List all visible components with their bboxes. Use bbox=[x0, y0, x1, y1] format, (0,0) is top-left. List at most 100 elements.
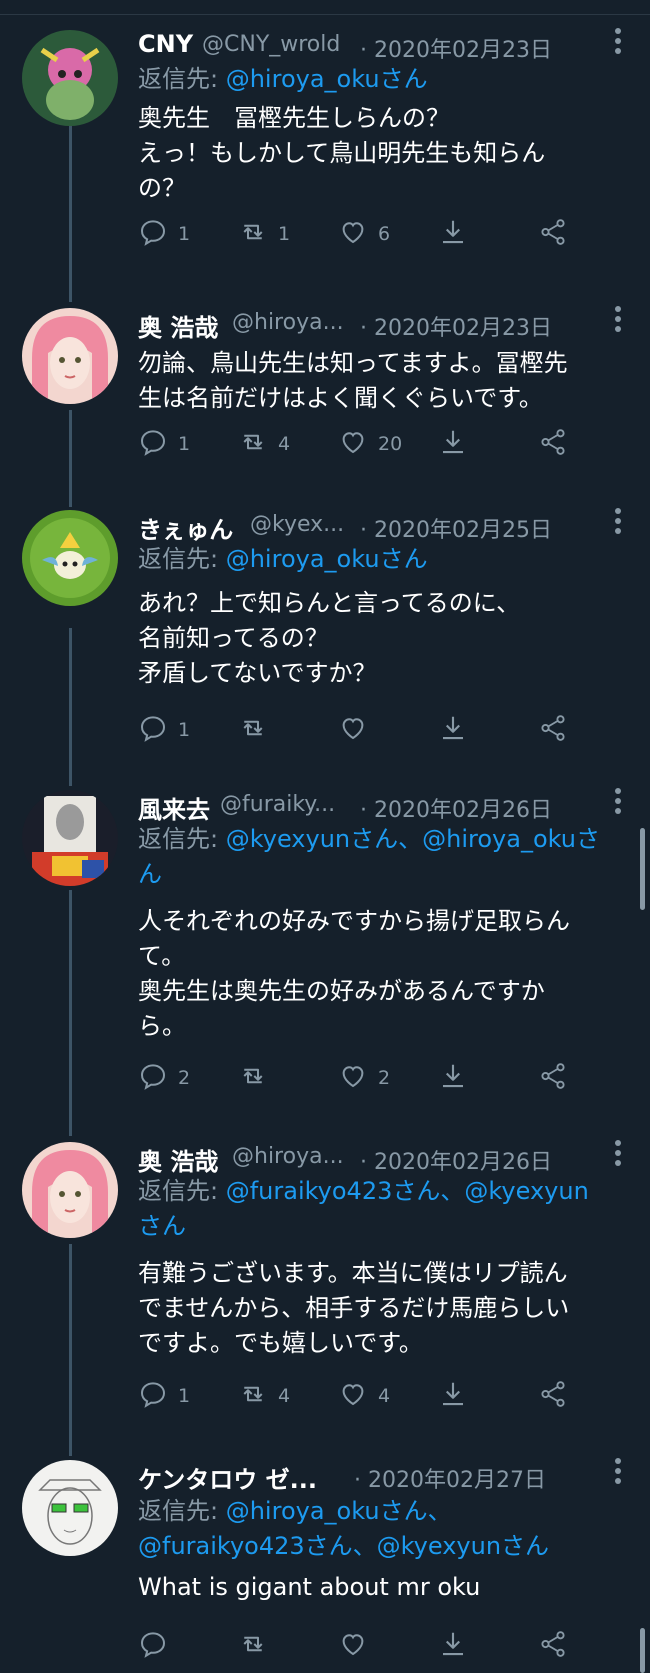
avatar[interactable] bbox=[22, 790, 118, 886]
more-options-icon[interactable] bbox=[608, 506, 628, 540]
display-name[interactable]: CNY bbox=[138, 30, 193, 58]
tweet-date[interactable]: · 2020年02月23日 bbox=[360, 310, 552, 342]
tweet[interactable]: CNY @CNY_wrold · 2020年02月23日 返信先: @hiroy… bbox=[0, 28, 650, 280]
scrollbar-thumb[interactable] bbox=[640, 1628, 645, 1673]
display-name[interactable]: 風来去 bbox=[138, 790, 210, 825]
more-options-icon[interactable] bbox=[608, 1138, 628, 1172]
tweet[interactable]: 奥 浩哉 @hiroya... · 2020年02月23日 勿論、鳥山先生は知っ… bbox=[0, 306, 650, 478]
reply-count: 1 bbox=[178, 223, 191, 245]
reply-icon bbox=[138, 713, 168, 747]
tweet-actions: 1 bbox=[138, 712, 628, 752]
display-name[interactable]: 奥 浩哉 bbox=[138, 308, 218, 343]
reply-button[interactable] bbox=[138, 1628, 178, 1664]
tweet-date[interactable]: · 2020年02月26日 bbox=[360, 792, 552, 824]
download-button[interactable] bbox=[438, 1378, 468, 1414]
retweet-button[interactable]: 1 bbox=[238, 216, 290, 252]
user-handle[interactable]: @furaiky... bbox=[220, 792, 335, 817]
top-divider bbox=[0, 0, 650, 15]
reply-icon bbox=[138, 1061, 168, 1095]
reply-button[interactable]: 1 bbox=[138, 216, 190, 252]
reply-to: 返信先: @furaikyo423さん、@kyexyun さん bbox=[138, 1174, 628, 1244]
like-button[interactable] bbox=[338, 712, 378, 748]
more-options-icon[interactable] bbox=[608, 1456, 628, 1490]
tweet-actions bbox=[138, 1628, 628, 1668]
tweet-text: 人それぞれの好みですから揚げ足取らん て。 奥先生は奥先生の好みがあるんですか … bbox=[138, 907, 570, 1040]
scrollbar-thumb[interactable] bbox=[640, 828, 645, 910]
like-count: 6 bbox=[378, 223, 391, 245]
mention-link[interactable]: @hiroya_okuさん bbox=[226, 65, 428, 93]
like-count: 20 bbox=[378, 433, 403, 455]
avatar[interactable] bbox=[22, 308, 118, 404]
share-button[interactable] bbox=[538, 712, 568, 748]
retweet-icon bbox=[238, 713, 268, 747]
tweet-date[interactable]: · 2020年02月23日 bbox=[360, 32, 552, 64]
user-handle[interactable]: @hiroya... bbox=[232, 310, 344, 335]
user-handle[interactable]: @hiroya... bbox=[232, 1144, 344, 1169]
avatar[interactable] bbox=[22, 30, 118, 126]
reply-to: 返信先: @hiroya_okuさん bbox=[138, 62, 628, 97]
download-button[interactable] bbox=[438, 1060, 468, 1096]
download-button[interactable] bbox=[438, 1628, 468, 1664]
tweet[interactable]: 奥 浩哉 @hiroya... · 2020年02月26日 返信先: @fura… bbox=[0, 1140, 650, 1432]
tweet-text: 奥先生 冨樫先生しらんの？ えっ！もしかして鳥山明先生も知らん の？ bbox=[138, 104, 546, 202]
avatar[interactable] bbox=[22, 510, 118, 606]
retweet-button[interactable] bbox=[238, 712, 278, 748]
more-options-icon[interactable] bbox=[608, 26, 628, 60]
retweet-button[interactable] bbox=[238, 1060, 278, 1096]
share-icon bbox=[538, 1629, 568, 1663]
tweet[interactable]: ケンタロウ ゼ... · 2020年02月27日 返信先: @hiroya_ok… bbox=[0, 1458, 650, 1673]
reply-button[interactable]: 1 bbox=[138, 1378, 190, 1414]
tweet-header: ケンタロウ ゼ... · 2020年02月27日 bbox=[138, 1458, 628, 1496]
more-options-icon[interactable] bbox=[608, 304, 628, 338]
download-button[interactable] bbox=[438, 216, 468, 252]
tweet-header: 奥 浩哉 @hiroya... · 2020年02月23日 bbox=[138, 306, 628, 344]
user-handle[interactable]: @kyex... bbox=[250, 512, 344, 537]
share-button[interactable] bbox=[538, 1060, 568, 1096]
display-name[interactable]: きぇゅん bbox=[138, 510, 233, 545]
tweet[interactable]: きぇゅん @kyex... · 2020年02月25日 返信先: @hiroya… bbox=[0, 508, 650, 752]
reply-to: 返信先: @hiroya_okuさん bbox=[138, 542, 628, 577]
more-options-icon[interactable] bbox=[608, 786, 628, 820]
tweet-text: 勿論、鳥山先生は知ってますよ。冨樫先 生は名前だけはよく聞くぐらいです。 bbox=[138, 349, 568, 412]
retweet-icon bbox=[238, 1061, 268, 1095]
like-button[interactable]: 2 bbox=[338, 1060, 390, 1096]
tweet[interactable]: 風来去 @furaiky... · 2020年02月26日 返信先: @kyex… bbox=[0, 788, 650, 1100]
tweet-date[interactable]: · 2020年02月27日 bbox=[354, 1462, 546, 1494]
like-button[interactable]: 6 bbox=[338, 216, 390, 252]
user-handle[interactable]: @CNY_wrold bbox=[202, 32, 340, 57]
reply-button[interactable]: 2 bbox=[138, 1060, 190, 1096]
share-button[interactable] bbox=[538, 216, 568, 252]
download-button[interactable] bbox=[438, 712, 468, 748]
tweet-header: CNY @CNY_wrold · 2020年02月23日 bbox=[138, 28, 628, 66]
heart-icon bbox=[338, 1629, 368, 1663]
like-button[interactable]: 4 bbox=[338, 1378, 390, 1414]
share-button[interactable] bbox=[538, 426, 568, 462]
tweet-actions: 1 4 20 bbox=[138, 426, 628, 466]
heart-icon bbox=[338, 427, 368, 461]
tweet-actions: 2 2 bbox=[138, 1060, 628, 1100]
avatar[interactable] bbox=[22, 1142, 118, 1238]
share-button[interactable] bbox=[538, 1378, 568, 1414]
display-name[interactable]: ケンタロウ ゼ... bbox=[138, 1460, 317, 1495]
retweet-count: 1 bbox=[278, 223, 291, 245]
tweet-date[interactable]: · 2020年02月25日 bbox=[360, 512, 552, 544]
retweet-icon bbox=[238, 1629, 268, 1663]
tweet-header: きぇゅん @kyex... · 2020年02月25日 bbox=[138, 508, 628, 546]
download-button[interactable] bbox=[438, 426, 468, 462]
retweet-button[interactable]: 4 bbox=[238, 426, 290, 462]
mention-link[interactable]: @hiroya_okuさん bbox=[226, 545, 428, 573]
reply-icon bbox=[138, 217, 168, 251]
retweet-button[interactable]: 4 bbox=[238, 1378, 290, 1414]
like-button[interactable] bbox=[338, 1628, 378, 1664]
reply-button[interactable]: 1 bbox=[138, 712, 190, 748]
like-button[interactable]: 20 bbox=[338, 426, 402, 462]
reply-icon bbox=[138, 1629, 168, 1663]
retweet-button[interactable] bbox=[238, 1628, 278, 1664]
tweet-header: 奥 浩哉 @hiroya... · 2020年02月26日 bbox=[138, 1140, 628, 1178]
tweet-date[interactable]: · 2020年02月26日 bbox=[360, 1144, 552, 1176]
retweet-count: 4 bbox=[278, 433, 291, 455]
share-button[interactable] bbox=[538, 1628, 568, 1664]
display-name[interactable]: 奥 浩哉 bbox=[138, 1142, 218, 1177]
avatar[interactable] bbox=[22, 1460, 118, 1556]
reply-button[interactable]: 1 bbox=[138, 426, 190, 462]
